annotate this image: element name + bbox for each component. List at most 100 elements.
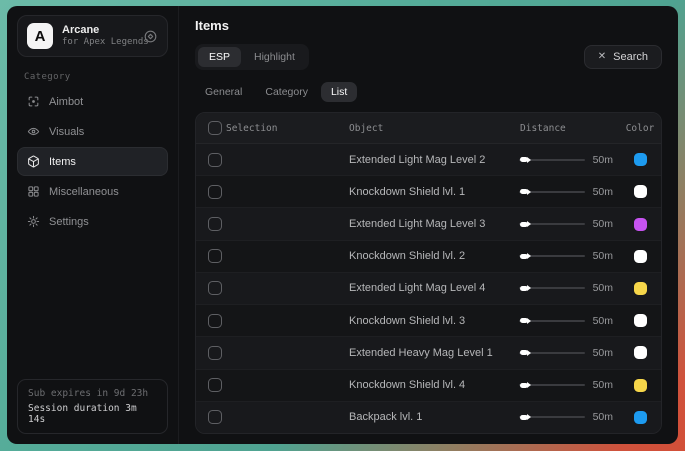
slider-handle[interactable] — [520, 253, 531, 259]
distance-slider[interactable] — [519, 411, 585, 423]
sidebar-item-label: Visuals — [49, 126, 84, 138]
header-selection: Selection — [226, 123, 349, 134]
view-tab-group: General Category List — [195, 82, 662, 102]
distance-value: 50m — [593, 186, 613, 198]
distance-slider[interactable] — [519, 379, 585, 391]
tab-highlight[interactable]: Highlight — [243, 47, 306, 67]
sidebar-item-items[interactable]: Items — [17, 147, 168, 176]
table-row: Extended Light Mag Level 450m — [196, 272, 661, 304]
distance-slider[interactable] — [519, 315, 585, 327]
distance-slider[interactable] — [519, 186, 585, 198]
gear-icon — [27, 215, 40, 228]
pin-icon[interactable] — [143, 28, 158, 44]
row-checkbox[interactable] — [208, 249, 222, 263]
object-label: Backpack lvl. 1 — [349, 411, 514, 423]
slider-handle[interactable] — [520, 382, 531, 388]
sidebar-item-label: Aimbot — [49, 96, 83, 108]
sidebar-item-label: Settings — [49, 216, 89, 228]
slider-handle[interactable] — [520, 414, 531, 420]
sidebar-item-label: Items — [49, 156, 76, 168]
table-header: Selection Object Distance Color — [196, 113, 661, 144]
distance-value: 50m — [593, 411, 613, 423]
color-swatch[interactable] — [634, 379, 647, 392]
sidebar-item-miscellaneous[interactable]: Miscellaneous — [17, 177, 168, 206]
sidebar-item-visuals[interactable]: Visuals — [17, 117, 168, 146]
table-row: Knockdown Shield lvl. 1 50m — [196, 175, 661, 207]
distance-slider[interactable] — [519, 282, 585, 294]
distance-value: 50m — [593, 218, 613, 230]
header-object: Object — [349, 123, 514, 134]
slider-handle[interactable] — [520, 285, 531, 291]
session-duration-text: Session duration 3m 14s — [28, 403, 157, 425]
grid-icon — [27, 185, 40, 198]
eye-icon — [27, 125, 40, 138]
color-swatch[interactable] — [634, 314, 647, 327]
object-label: Extended Light Mag Level 2 — [349, 154, 514, 166]
sub-expiry-text: Sub expires in 9d 23h — [28, 388, 157, 399]
row-checkbox[interactable] — [208, 185, 222, 199]
search-button[interactable]: ✕ Search — [584, 45, 662, 69]
app-subtitle: for Apex Legends — [62, 37, 134, 48]
color-swatch[interactable] — [634, 153, 647, 166]
main-panel: Items ESP Highlight ✕ Search General Cat… — [179, 6, 678, 444]
distance-value: 50m — [593, 315, 613, 327]
row-checkbox[interactable] — [208, 378, 222, 392]
items-table: Selection Object Distance Color Extended… — [195, 112, 662, 434]
color-swatch[interactable] — [634, 218, 647, 231]
distance-slider[interactable] — [519, 154, 585, 166]
sidebar-nav: Aimbot Visuals Items Miscellaneous — [17, 87, 168, 236]
page-title: Items — [195, 18, 662, 33]
color-swatch[interactable] — [634, 250, 647, 263]
app-window: A Arcane for Apex Legends Category Aimbo… — [7, 6, 678, 444]
tab-general[interactable]: General — [195, 82, 252, 102]
row-checkbox[interactable] — [208, 346, 222, 360]
select-all-checkbox[interactable] — [208, 121, 222, 135]
sidebar-item-aimbot[interactable]: Aimbot — [17, 87, 168, 116]
tab-esp[interactable]: ESP — [198, 47, 241, 67]
table-row: Extended Light Mag Level 2 50m — [196, 144, 661, 175]
app-logo: A — [27, 23, 53, 49]
distance-slider[interactable] — [519, 347, 585, 359]
distance-value: 50m — [593, 154, 613, 166]
sidebar-item-label: Miscellaneous — [49, 186, 119, 198]
object-label: Knockdown Shield lvl. 2 — [349, 250, 514, 262]
header-distance: Distance — [514, 123, 619, 134]
slider-handle[interactable] — [520, 318, 531, 324]
search-button-label: Search — [613, 51, 648, 63]
row-checkbox[interactable] — [208, 281, 222, 295]
slider-handle[interactable] — [520, 189, 531, 195]
tab-category[interactable]: Category — [255, 82, 318, 102]
table-body: Extended Light Mag Level 250mKnockdown S… — [196, 144, 661, 433]
tab-list[interactable]: List — [321, 82, 357, 102]
distance-slider[interactable] — [519, 218, 585, 230]
color-swatch[interactable] — [634, 282, 647, 295]
sidebar-item-settings[interactable]: Settings — [17, 207, 168, 236]
cube-icon — [27, 155, 40, 168]
slider-handle[interactable] — [520, 221, 531, 227]
distance-slider[interactable] — [519, 250, 585, 262]
sidebar-spacer — [17, 236, 168, 379]
table-row: Knockdown Shield lvl. 3 50m — [196, 304, 661, 336]
object-label: Knockdown Shield lvl. 1 — [349, 186, 514, 198]
table-row: Knockdown Shield lvl. 450m — [196, 369, 661, 401]
mode-tab-group: ESP Highlight — [195, 44, 309, 70]
row-checkbox[interactable] — [208, 217, 222, 231]
slider-handle[interactable] — [520, 350, 531, 356]
object-label: Knockdown Shield lvl. 3 — [349, 315, 514, 327]
object-label: Extended Light Mag Level 4 — [349, 282, 514, 294]
row-checkbox[interactable] — [208, 314, 222, 328]
color-swatch[interactable] — [634, 185, 647, 198]
row-checkbox[interactable] — [208, 153, 222, 167]
table-row: Extended Light Mag Level 3 50m — [196, 207, 661, 239]
category-section-label: Category — [24, 72, 168, 82]
app-logo-card: A Arcane for Apex Legends — [17, 15, 168, 57]
color-swatch[interactable] — [634, 411, 647, 424]
slider-handle[interactable] — [520, 157, 531, 163]
table-row: Knockdown Shield lvl. 250m — [196, 240, 661, 272]
object-label: Extended Heavy Mag Level 1 — [349, 347, 514, 359]
row-checkbox[interactable] — [208, 410, 222, 424]
color-swatch[interactable] — [634, 346, 647, 359]
controls-row: ESP Highlight ✕ Search — [195, 44, 662, 70]
object-label: Extended Light Mag Level 3 — [349, 218, 514, 230]
search-button-icon: ✕ — [598, 52, 606, 62]
